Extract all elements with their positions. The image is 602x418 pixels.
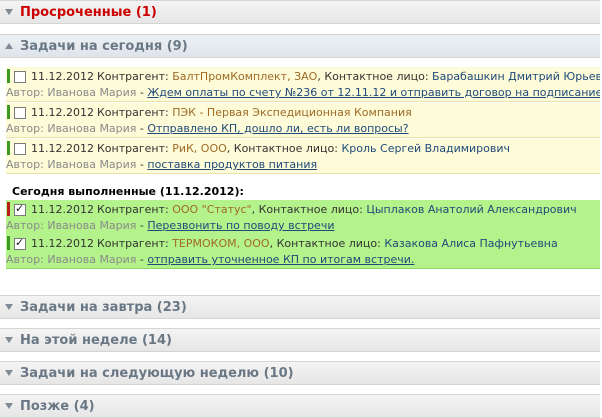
expand-arrow-icon: [5, 370, 13, 376]
section-title: Просроченные (1): [20, 4, 157, 20]
task-row-done: 11.12.2012 Контрагент: ООО "Статус", Кон…: [6, 200, 600, 235]
section-this-week-header[interactable]: На этой неделе (14): [0, 328, 600, 352]
section-title: Позже (4): [20, 398, 95, 414]
author-name: Иванова Мария: [47, 86, 137, 99]
author-name: Иванова Мария: [47, 122, 137, 135]
company-link[interactable]: ПЭК - Первая Экспедиционная Компания: [172, 105, 412, 120]
section-today-header[interactable]: Задачи на сегодня (9): [0, 34, 600, 58]
author-label: Автор:: [6, 86, 44, 99]
task-date: 11.12.2012: [31, 203, 94, 216]
task-complete-checkbox[interactable]: [14, 235, 26, 250]
done-today-heading: Сегодня выполненные (11.12.2012):: [12, 185, 244, 198]
task-complete-checkbox[interactable]: [14, 142, 26, 155]
company-link[interactable]: ТЕРМОКОМ, ООО: [172, 236, 269, 251]
separator: -: [136, 122, 148, 135]
section-title: Задачи на следующую неделю (10): [20, 365, 294, 381]
section-tomorrow-header[interactable]: Задачи на завтра (23): [0, 295, 600, 319]
author-label: Автор:: [6, 158, 44, 171]
expand-arrow-icon: [5, 403, 13, 409]
section-title: На этой неделе (14): [20, 332, 172, 348]
separator: -: [136, 219, 148, 232]
contact-link[interactable]: Цыплаков Анатолий Александрович: [366, 202, 576, 217]
priority-stripe: [7, 141, 10, 155]
contact-link[interactable]: Кроль Сергей Владимирович: [341, 141, 510, 156]
author-label: Автор:: [6, 122, 44, 135]
collapse-arrow-icon: [5, 43, 13, 49]
task-complete-checkbox[interactable]: [14, 106, 26, 119]
task-date: 11.12.2012: [31, 237, 94, 250]
task-date: 11.12.2012: [31, 70, 94, 83]
counterparty-label: Контрагент:: [96, 142, 169, 155]
contact-link[interactable]: Барабашкин Дмитрий Юрьевич: [432, 69, 600, 84]
author-name: Иванова Мария: [47, 158, 137, 171]
task-link[interactable]: отправить уточненное КП по итогам встреч…: [147, 253, 414, 266]
counterparty-label: Контрагент:: [96, 203, 169, 216]
contact-label: , Контактное лицо:: [317, 70, 429, 83]
expand-arrow-icon: [5, 337, 13, 343]
priority-stripe: [7, 69, 10, 83]
section-later-header[interactable]: Позже (4): [0, 394, 600, 418]
priority-stripe: [7, 105, 10, 119]
contact-label: , Контактное лицо:: [269, 237, 381, 250]
task-link[interactable]: Отправлено КП, дошло ли, есть ли вопросы…: [147, 122, 408, 135]
separator: -: [136, 158, 148, 171]
section-overdue-header[interactable]: Просроченные (1): [0, 0, 600, 24]
author-name: Иванова Мария: [47, 253, 137, 266]
company-link[interactable]: РиК, ООО: [172, 141, 227, 156]
task-date: 11.12.2012: [31, 142, 94, 155]
separator: -: [136, 86, 148, 99]
expand-arrow-icon: [5, 9, 13, 15]
company-link[interactable]: БалтПромКомплект, ЗАО: [172, 69, 317, 84]
task-row: 11.12.2012 Контрагент: РиК, ООО, Контакт…: [6, 139, 600, 174]
contact-label: , Контактное лицо:: [251, 203, 363, 216]
author-label: Автор:: [6, 253, 44, 266]
priority-stripe: [7, 202, 10, 216]
task-date: 11.12.2012: [31, 106, 94, 119]
task-link[interactable]: поставка продуктов питания: [147, 158, 317, 171]
task-link[interactable]: Перезвонить по поводу встречи: [147, 219, 334, 232]
section-next-week-header[interactable]: Задачи на следующую неделю (10): [0, 361, 600, 385]
counterparty-label: Контрагент:: [96, 70, 169, 83]
counterparty-label: Контрагент:: [96, 106, 169, 119]
section-title: Задачи на завтра (23): [20, 299, 187, 315]
counterparty-label: Контрагент:: [96, 237, 169, 250]
task-complete-checkbox[interactable]: [14, 70, 26, 83]
contact-label: , Контактное лицо:: [226, 142, 338, 155]
author-name: Иванова Мария: [47, 219, 137, 232]
expand-arrow-icon: [5, 304, 13, 310]
company-link[interactable]: ООО "Статус": [172, 202, 251, 217]
task-row-done: 11.12.2012 Контрагент: ТЕРМОКОМ, ООО, Ко…: [6, 234, 600, 269]
contact-link[interactable]: Казакова Алиса Пафнутьевна: [384, 236, 557, 251]
task-row: 11.12.2012 Контрагент: ПЭК - Первая Эксп…: [6, 103, 600, 138]
task-row: 11.12.2012 Контрагент: БалтПромКомплект,…: [6, 67, 600, 102]
author-label: Автор:: [6, 219, 44, 232]
task-complete-checkbox[interactable]: [14, 201, 26, 216]
priority-stripe: [7, 236, 10, 250]
section-title: Задачи на сегодня (9): [20, 38, 188, 54]
task-link[interactable]: Ждем оплаты по счету №236 от 12.11.12 и …: [147, 86, 600, 99]
separator: -: [136, 253, 148, 266]
